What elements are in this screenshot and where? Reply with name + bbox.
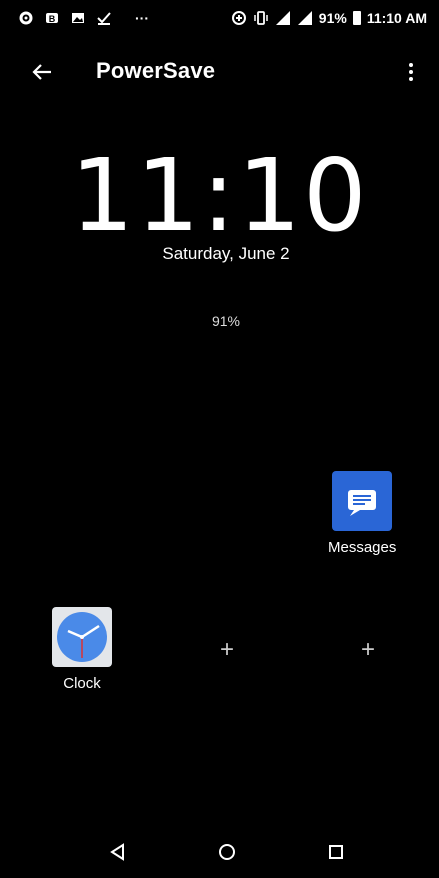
checkmark-icon — [96, 10, 112, 26]
clock-icon — [52, 607, 112, 667]
app-bar: PowerSave — [0, 44, 439, 100]
add-widget-button[interactable]: + — [212, 635, 242, 665]
battery-icon — [352, 11, 361, 25]
data-saver-icon — [231, 10, 247, 26]
gear-icon — [18, 10, 34, 26]
circle-home-icon — [219, 844, 235, 860]
b-app-icon: B — [44, 10, 60, 26]
triangle-back-icon — [110, 843, 124, 861]
more-vert-dot — [409, 77, 413, 81]
more-vert-icon — [409, 63, 413, 67]
square-recents-icon — [329, 845, 343, 859]
more-options-button[interactable] — [395, 54, 427, 90]
back-button[interactable] — [24, 54, 60, 90]
signal-icon — [275, 10, 291, 26]
arrow-left-icon — [32, 64, 51, 80]
status-time: 11:10 AM — [366, 10, 427, 26]
page-title: PowerSave — [96, 58, 216, 83]
battery-percent: 91% — [318, 10, 347, 26]
vibrate-icon — [253, 10, 269, 26]
app-label: Clock — [63, 675, 101, 692]
nav-recents-button[interactable] — [322, 838, 350, 866]
overflow-dots: ··· — [135, 10, 149, 26]
signal-icon-2 — [297, 10, 313, 26]
add-widget-button[interactable]: + — [353, 635, 383, 665]
messages-icon — [332, 471, 393, 531]
nav-home-button[interactable] — [213, 838, 241, 866]
status-bar: B ··· 91% 11:10 AM — [0, 0, 439, 40]
clock-app[interactable]: Clock — [52, 607, 112, 692]
more-vert-dot — [409, 70, 413, 74]
messages-app[interactable]: Messages — [328, 471, 396, 556]
battery-level: 91% — [211, 313, 241, 329]
svg-text:B: B — [49, 14, 56, 24]
clock-date: Saturday, June 2 — [162, 244, 290, 263]
notification-icons: B ··· — [18, 10, 154, 26]
navigation-bar — [0, 826, 439, 878]
clock-time: 11:10 — [70, 137, 369, 254]
image-icon — [70, 10, 86, 26]
system-icons: 91% 11:10 AM — [231, 10, 427, 26]
app-label: Messages — [328, 539, 397, 556]
nav-back-button[interactable] — [104, 838, 132, 866]
